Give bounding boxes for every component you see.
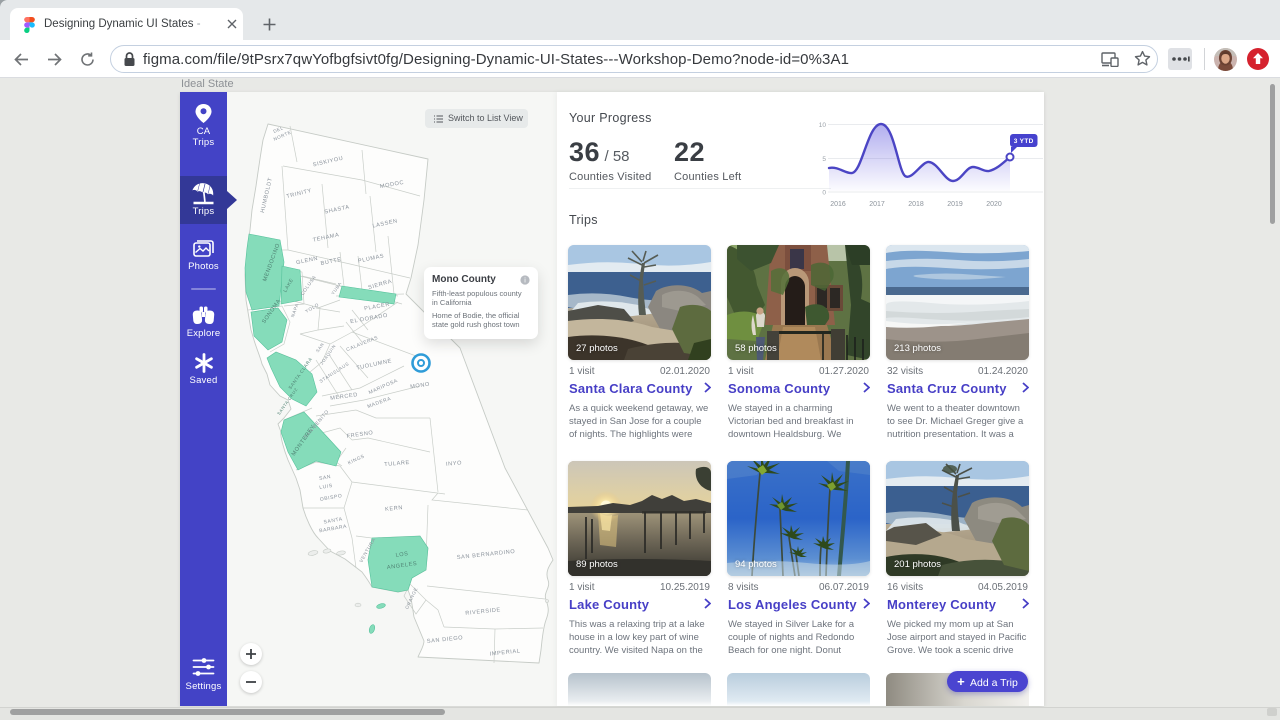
svg-text:0: 0: [822, 190, 826, 197]
svg-text:2018: 2018: [908, 201, 924, 208]
svg-text:2016: 2016: [830, 201, 846, 208]
svg-text:2020: 2020: [986, 201, 1002, 208]
svg-text:2019: 2019: [947, 201, 963, 208]
svg-text:5: 5: [822, 156, 826, 163]
svg-text:10: 10: [819, 122, 827, 129]
svg-text:2017: 2017: [869, 201, 885, 208]
svg-text:3 YTD: 3 YTD: [1014, 138, 1034, 145]
